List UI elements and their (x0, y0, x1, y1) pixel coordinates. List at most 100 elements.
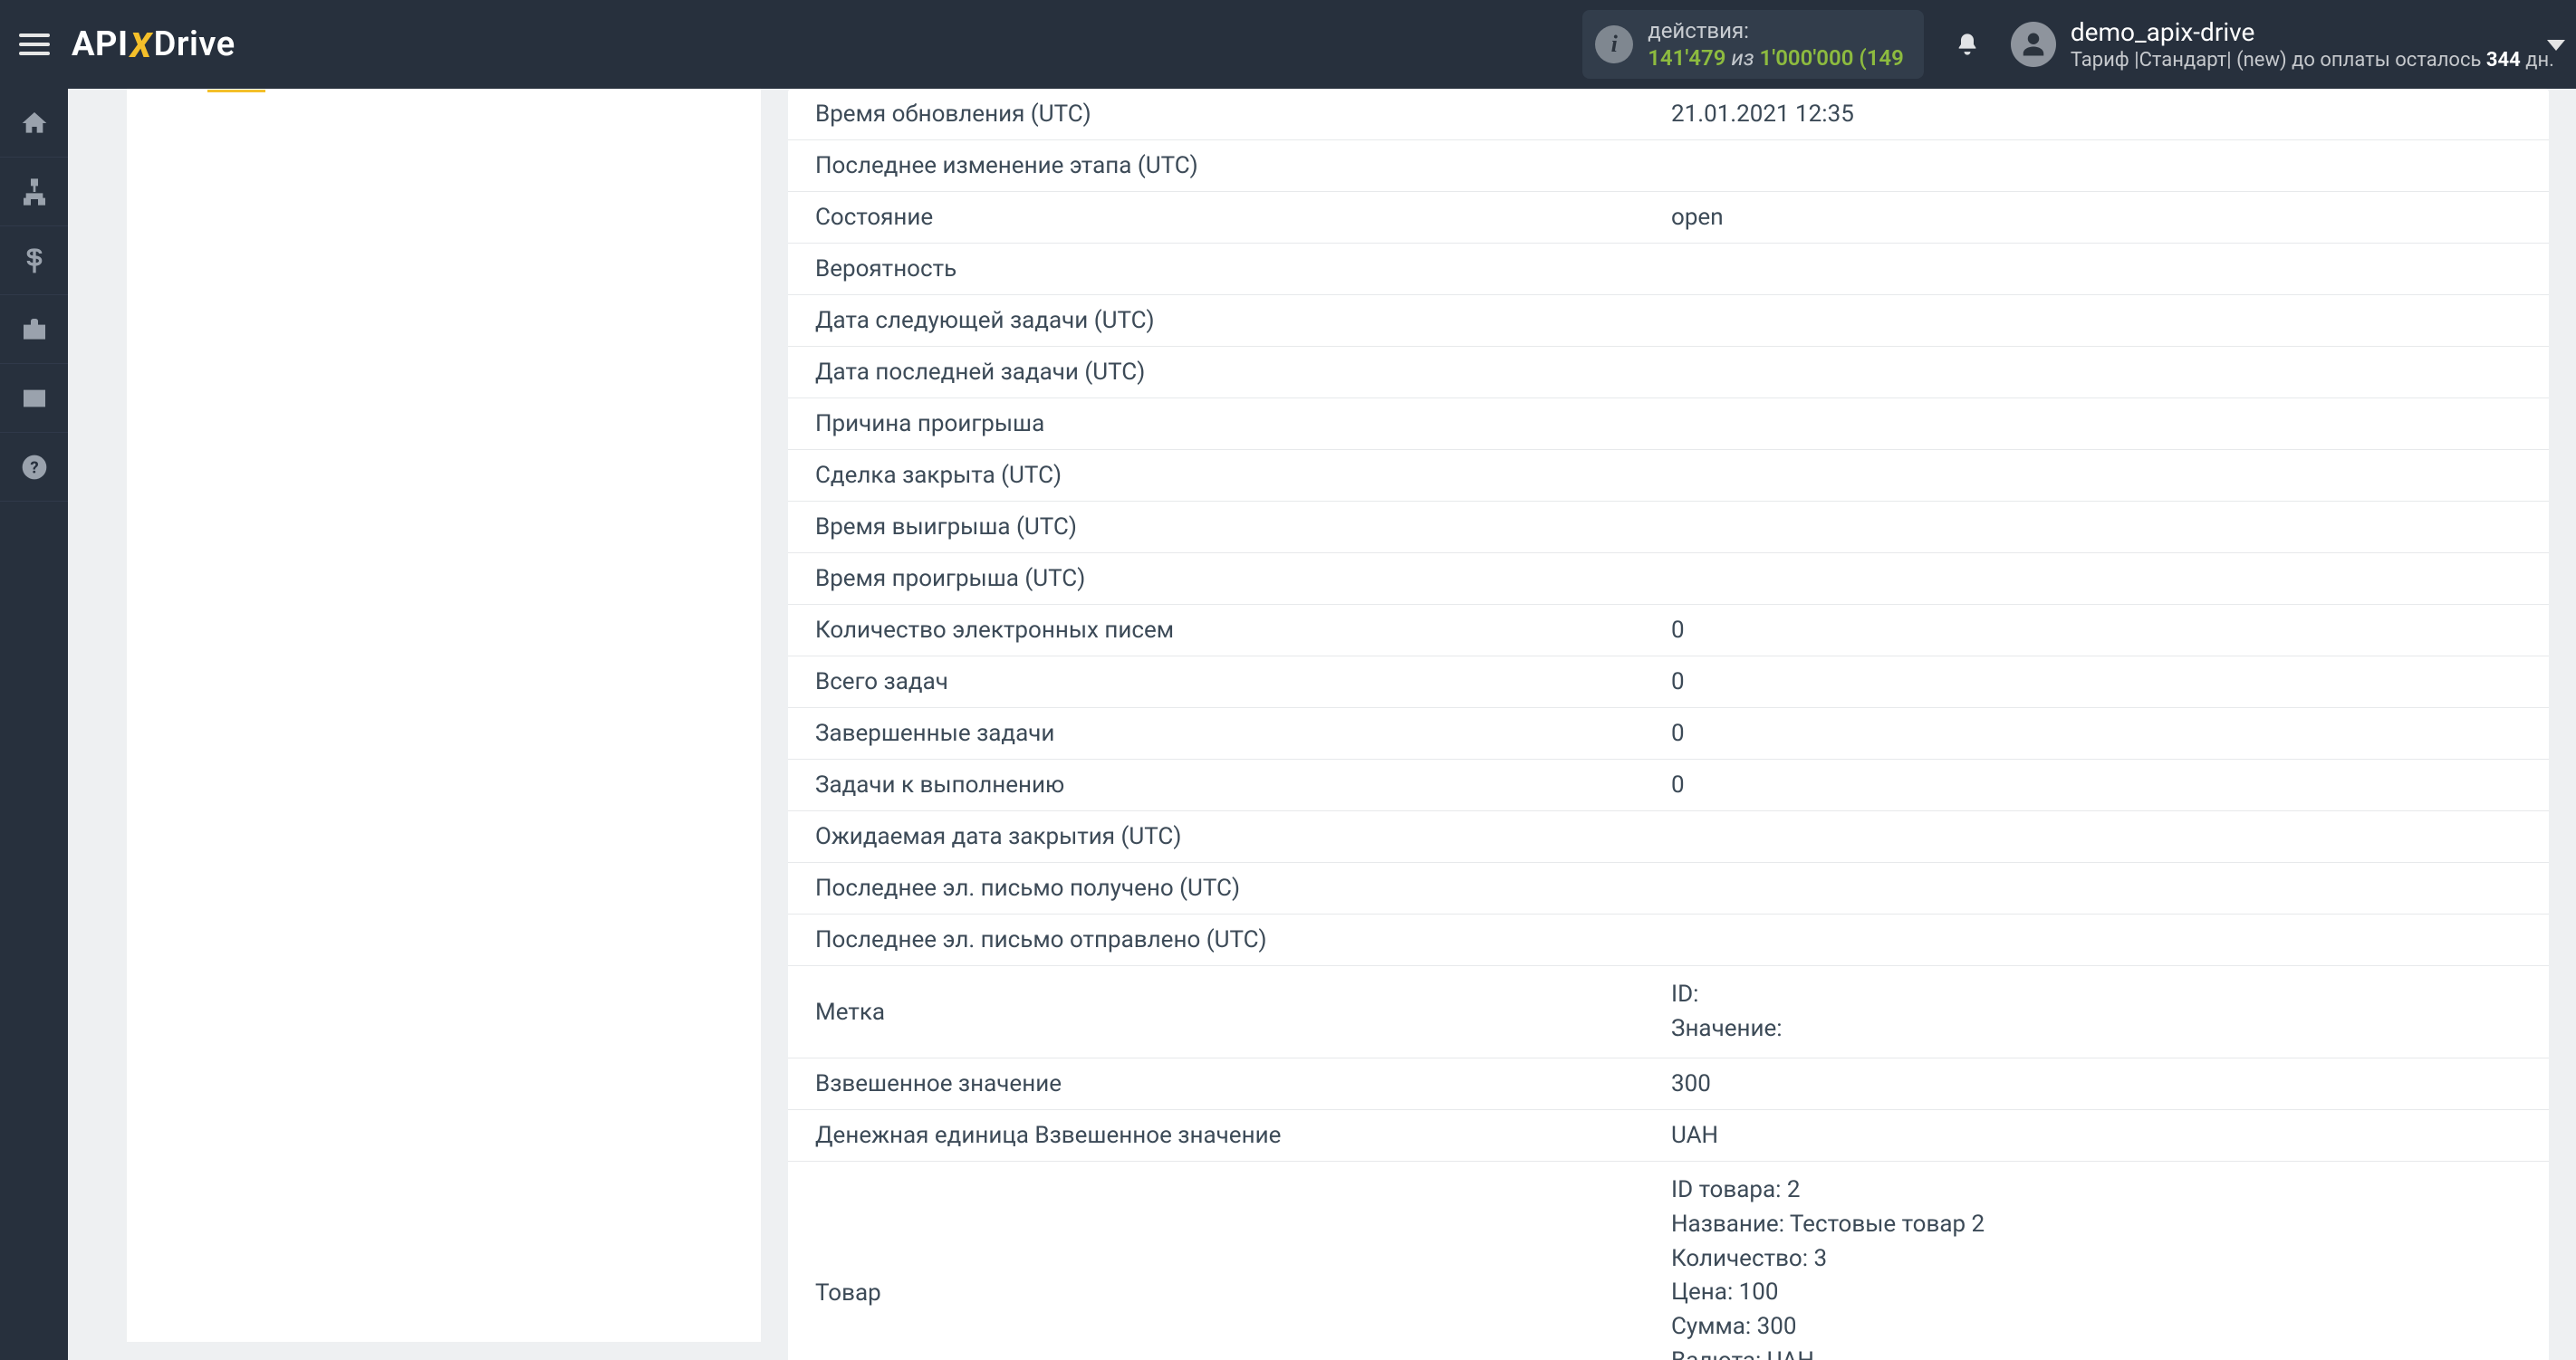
property-key: Завершенные задачи (788, 708, 1644, 760)
actions-max: 1'000'000 (1760, 45, 1854, 71)
property-key: Метка (788, 966, 1644, 1058)
actions-label: действия: (1648, 17, 1904, 44)
bell-icon (1955, 30, 1980, 59)
table-row: Взвешенное значение300 (788, 1058, 2549, 1110)
property-value (1644, 244, 2549, 295)
notifications-button[interactable] (1940, 17, 1994, 72)
table-row: Сделка закрыта (UTC) (788, 450, 2549, 502)
property-value (1644, 347, 2549, 398)
table-row: Последнее изменение этапа (UTC) (788, 140, 2549, 192)
property-key: Ожидаемая дата закрытия (UTC) (788, 811, 1644, 863)
property-value (1644, 140, 2549, 192)
table-row: Всего задач0 (788, 656, 2549, 708)
table-row: Причина проигрыша (788, 398, 2549, 450)
sidebar-item-tools[interactable] (0, 295, 68, 364)
property-value: 21.01.2021 12:35 (1644, 89, 2549, 140)
table-row: Завершенные задачи0 (788, 708, 2549, 760)
home-icon (20, 109, 49, 138)
property-value (1644, 398, 2549, 450)
property-key: Время проигрыша (UTC) (788, 553, 1644, 605)
property-value: open (1644, 192, 2549, 244)
logo-text-x: X (130, 26, 152, 66)
property-key: Сделка закрыта (UTC) (788, 450, 1644, 502)
table-row: Задачи к выполнению0 (788, 760, 2549, 811)
user-menu[interactable]: demo_apix-drive Тариф |Стандарт| (new) д… (2011, 16, 2576, 73)
sidebar-item-help[interactable]: ? (0, 433, 68, 502)
id-card-icon (20, 384, 49, 413)
property-value (1644, 553, 2549, 605)
top-bar: API X Drive i действия: 141'479 из 1'000… (0, 0, 2576, 89)
property-value (1644, 450, 2549, 502)
menu-toggle-button[interactable] (0, 0, 68, 89)
hamburger-icon (19, 43, 50, 46)
sidebar-item-billing[interactable] (0, 226, 68, 295)
user-text: demo_apix-drive Тариф |Стандарт| (new) д… (2071, 16, 2554, 73)
table-row: Дата последней задачи (UTC) (788, 347, 2549, 398)
property-key: Последнее эл. письмо получено (UTC) (788, 863, 1644, 915)
actions-counter: 141'479 из 1'000'000 (149 (1648, 44, 1904, 72)
svg-text:?: ? (30, 457, 38, 477)
logo-text-api: API (72, 24, 129, 64)
table-row: Состояниеopen (788, 192, 2549, 244)
property-key: Денежная единица Взвешенное значение (788, 1110, 1644, 1162)
table-row: Количество электронных писем0 (788, 605, 2549, 656)
table-row: Последнее эл. письмо отправлено (UTC) (788, 915, 2549, 966)
property-key: Последнее изменение этапа (UTC) (788, 140, 1644, 192)
property-key: Время обновления (UTC) (788, 89, 1644, 140)
sidebar-item-connections[interactable] (0, 158, 68, 226)
tariff-prefix: Тариф |Стандарт| (new) до оплаты осталос… (2071, 49, 2486, 72)
property-value (1644, 811, 2549, 863)
workspace: Время обновления (UTC)21.01.2021 12:35По… (68, 89, 2576, 1360)
user-tariff: Тариф |Стандарт| (new) до оплаты осталос… (2071, 48, 2554, 73)
property-key: Всего задач (788, 656, 1644, 708)
property-value: 0 (1644, 656, 2549, 708)
property-key: Дата следующей задачи (UTC) (788, 295, 1644, 347)
dollar-icon (20, 246, 49, 275)
properties-table: Время обновления (UTC)21.01.2021 12:35По… (788, 89, 2549, 1360)
table-row: Время обновления (UTC)21.01.2021 12:35 (788, 89, 2549, 140)
actions-sep-text: из (1731, 45, 1754, 71)
property-key: Причина проигрыша (788, 398, 1644, 450)
app-logo[interactable]: API X Drive (72, 24, 235, 64)
table-row: Ожидаемая дата закрытия (UTC) (788, 811, 2549, 863)
data-card: Время обновления (UTC)21.01.2021 12:35По… (788, 89, 2549, 1360)
info-icon: i (1595, 25, 1633, 63)
property-value: 300 (1644, 1058, 2549, 1110)
property-value: 0 (1644, 760, 2549, 811)
actions-used: 141'479 (1648, 45, 1725, 71)
property-value: UAH (1644, 1110, 2549, 1162)
property-value: ID товара: 2 Название: Тестовые товар 2 … (1644, 1162, 2549, 1360)
person-icon (2020, 31, 2047, 58)
property-value (1644, 502, 2549, 553)
avatar (2011, 22, 2056, 67)
property-key: Задачи к выполнению (788, 760, 1644, 811)
table-row: Дата следующей задачи (UTC) (788, 295, 2549, 347)
property-key: Количество электронных писем (788, 605, 1644, 656)
property-key: Вероятность (788, 244, 1644, 295)
chevron-down-icon (2547, 40, 2565, 51)
table-row: МеткаID: Значение: (788, 966, 2549, 1058)
property-value: ID: Значение: (1644, 966, 2549, 1058)
left-panel (127, 89, 761, 1342)
property-value: 0 (1644, 708, 2549, 760)
sidebar-item-home[interactable] (0, 89, 68, 158)
property-key: Последнее эл. письмо отправлено (UTC) (788, 915, 1644, 966)
property-key: Дата последней задачи (UTC) (788, 347, 1644, 398)
property-key: Товар (788, 1162, 1644, 1360)
sitemap-icon (20, 177, 49, 206)
table-row: Вероятность (788, 244, 2549, 295)
tariff-days: 344 (2486, 49, 2521, 72)
table-row: ТоварID товара: 2 Название: Тестовые тов… (788, 1162, 2549, 1360)
property-key: Время выигрыша (UTC) (788, 502, 1644, 553)
help-icon: ? (20, 453, 49, 482)
tariff-suffix: дн. (2521, 49, 2554, 72)
actions-usage-text: действия: 141'479 из 1'000'000 (149 (1648, 17, 1904, 72)
sidebar: ? (0, 89, 68, 1360)
property-value (1644, 863, 2549, 915)
logo-underline (207, 90, 265, 92)
property-value (1644, 295, 2549, 347)
table-row: Последнее эл. письмо получено (UTC) (788, 863, 2549, 915)
sidebar-item-contacts[interactable] (0, 364, 68, 433)
actions-usage-pill[interactable]: i действия: 141'479 из 1'000'000 (149 (1582, 10, 1924, 79)
property-key: Состояние (788, 192, 1644, 244)
